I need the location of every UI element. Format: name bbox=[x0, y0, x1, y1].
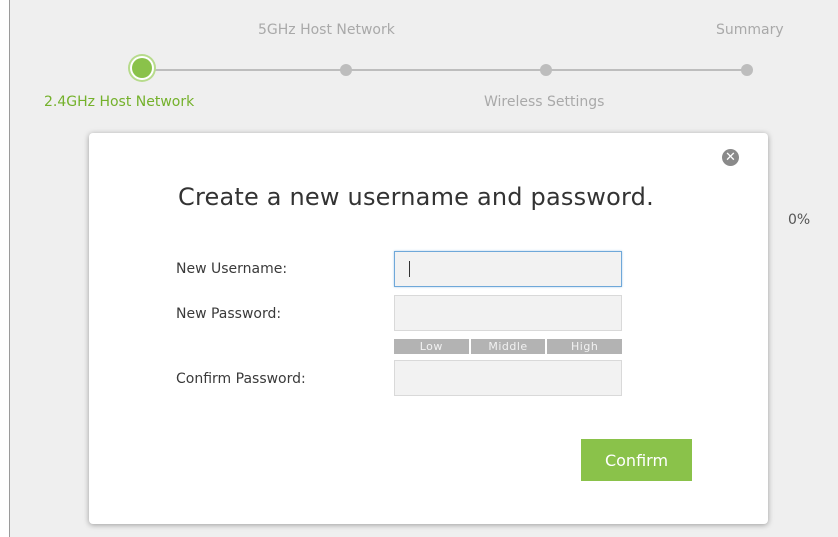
step-dot-5ghz bbox=[340, 64, 352, 76]
confirm-button[interactable]: Confirm bbox=[581, 439, 692, 481]
step-label-summary: Summary bbox=[716, 22, 784, 38]
step-dot-24ghz-active bbox=[132, 58, 152, 78]
step-dot-wireless-settings bbox=[540, 64, 552, 76]
new-password-label: New Password: bbox=[176, 306, 282, 322]
step-label-5ghz: 5GHz Host Network bbox=[258, 22, 395, 38]
progress-percent: 0% bbox=[788, 212, 811, 228]
close-icon[interactable]: ✕ bbox=[722, 149, 739, 166]
confirm-password-label: Confirm Password: bbox=[176, 371, 306, 387]
strength-low: Low bbox=[394, 339, 469, 354]
step-label-24ghz: 2.4GHz Host Network bbox=[44, 94, 195, 110]
credentials-dialog: ✕ Create a new username and password. Ne… bbox=[89, 133, 768, 524]
new-username-input[interactable] bbox=[394, 251, 622, 287]
confirm-password-input[interactable] bbox=[394, 360, 622, 396]
password-strength-meter: Low Middle High bbox=[394, 339, 623, 354]
strength-high: High bbox=[547, 339, 623, 354]
step-label-wireless-settings: Wireless Settings bbox=[484, 94, 605, 110]
new-username-label: New Username: bbox=[176, 261, 288, 277]
step-dot-summary bbox=[741, 64, 753, 76]
progress-track bbox=[148, 69, 748, 71]
text-caret bbox=[409, 261, 410, 277]
strength-middle: Middle bbox=[470, 339, 546, 354]
dialog-title: Create a new username and password. bbox=[178, 183, 654, 211]
new-password-input[interactable] bbox=[394, 295, 622, 331]
